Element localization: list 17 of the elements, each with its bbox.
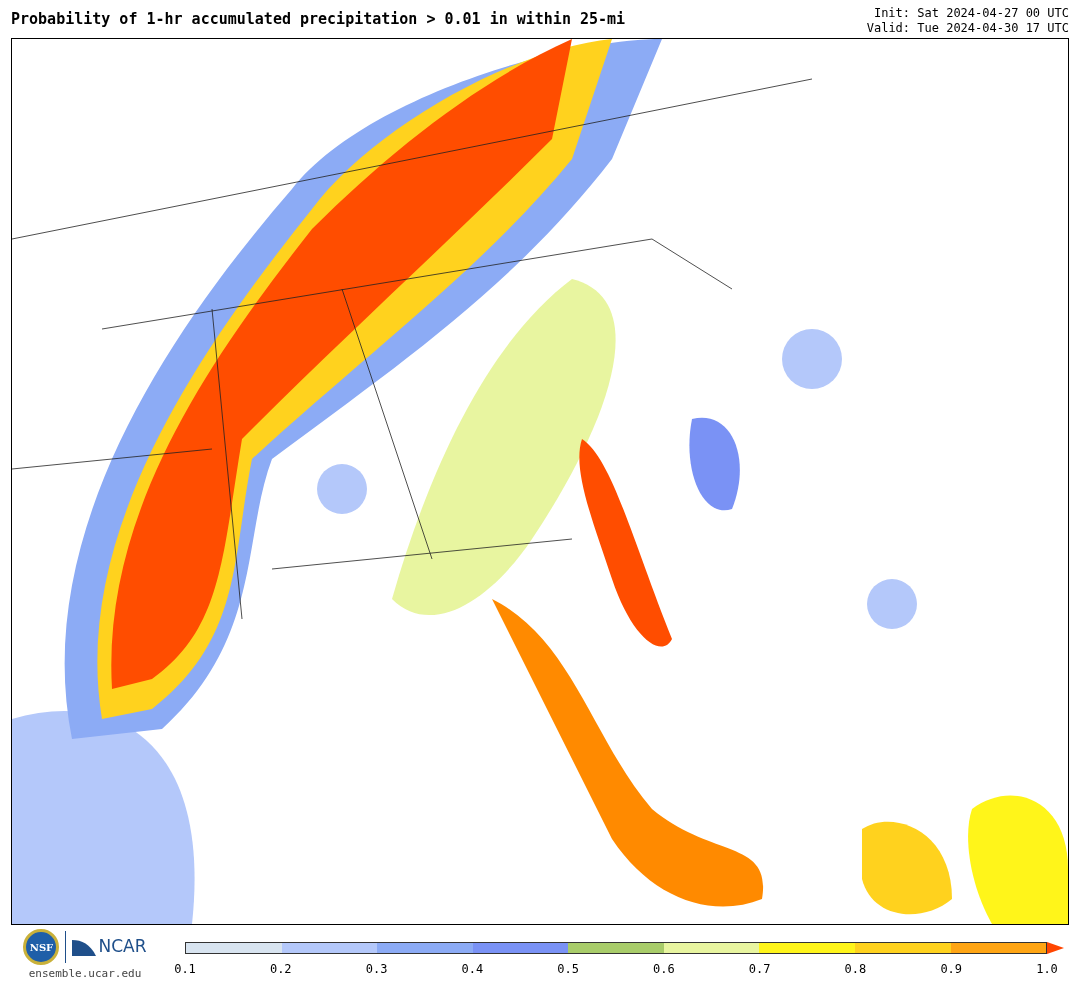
- scale-tick-label: 0.4: [461, 961, 484, 978]
- scale-tick-label: 0.1: [174, 961, 196, 978]
- scale-tick-label: 0.3: [365, 961, 388, 978]
- ncar-logo: NCAR: [98, 935, 147, 959]
- init-time: Init: Sat 2024-04-27 00 UTC: [873, 6, 1069, 21]
- map-title: Probability of 1-hr accumulated precipitation > 0.01 in within 25-mi: [11, 12, 626, 27]
- scale-tick-label: 0.7: [748, 961, 771, 978]
- site-url: ensemble.ucar.edu: [28, 966, 142, 982]
- scale-tick-label: 0.6: [653, 961, 675, 978]
- scale-tick-label: 0.2: [269, 961, 292, 978]
- scale-tick-label: 0.5: [557, 961, 579, 978]
- nsf-logo: NSF: [23, 929, 60, 965]
- scale-tick-label: 1.0: [1036, 961, 1058, 978]
- scale-tick-label: 0.8: [844, 961, 867, 978]
- scale-tick-label: 0.9: [940, 961, 963, 978]
- ncar-emblem-icon: [72, 938, 97, 956]
- valid-time: Valid: Tue 2024-04-30 17 UTC: [866, 21, 1069, 36]
